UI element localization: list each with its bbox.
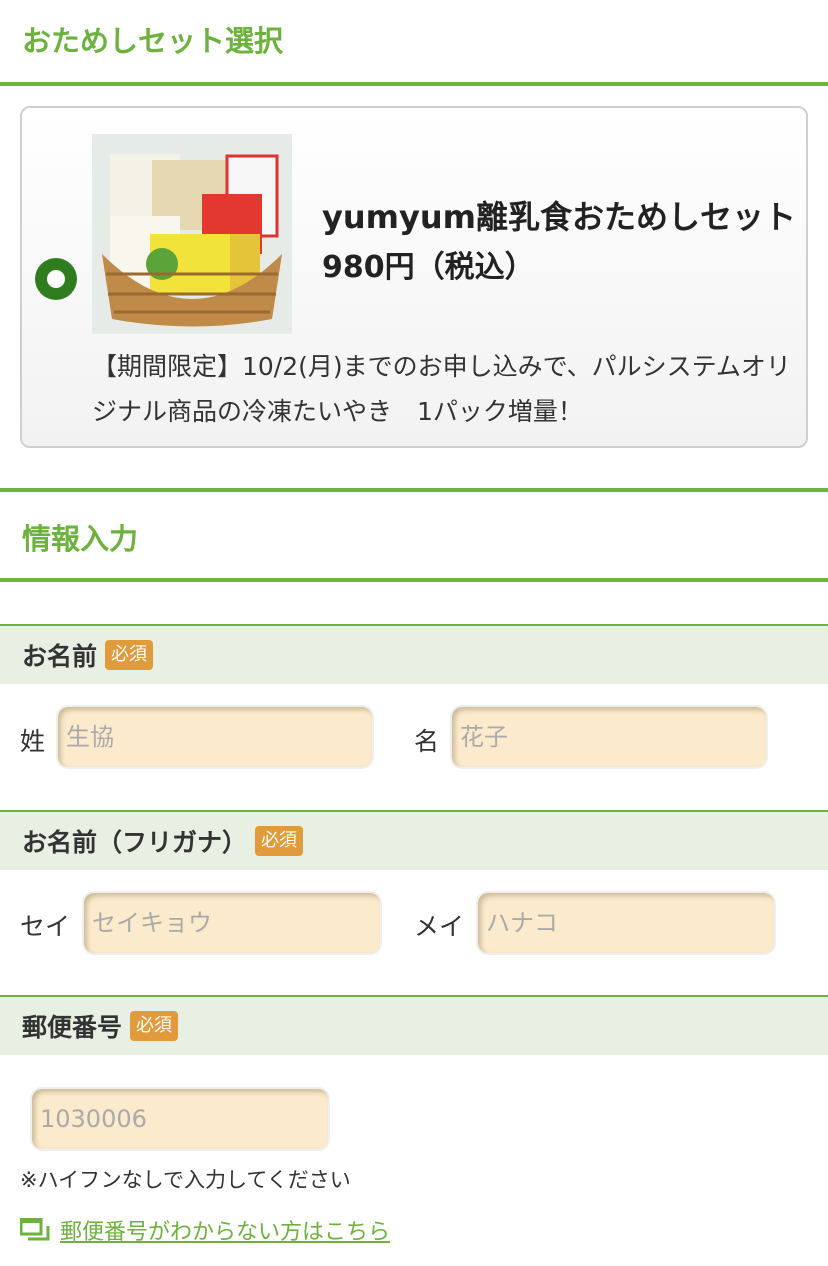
- product-campaign-note: 【期間限定】10/2(月)までのお申し込みで、パルシステムオリジナル商品の冷凍た…: [92, 352, 791, 426]
- field-label-postal: 郵便番号: [22, 1013, 123, 1042]
- section-divider: [0, 488, 828, 492]
- product-option-card[interactable]: yumyum離乳食おためしセット 980円（税込） 【期間限定】10/2(月)ま…: [20, 106, 808, 448]
- required-badge: 必須: [105, 640, 154, 670]
- radio-dot: [47, 270, 65, 288]
- postal-code-input[interactable]: [30, 1087, 330, 1151]
- last-name-kana-label: セイ: [20, 912, 71, 941]
- last-name-label: 姓: [20, 727, 46, 756]
- first-name-input[interactable]: [450, 705, 768, 769]
- last-name-kana-input[interactable]: [82, 891, 382, 955]
- required-badge: 必須: [255, 826, 304, 856]
- product-price: 980円（税込）: [322, 250, 535, 285]
- section-divider: [0, 578, 828, 582]
- required-badge: 必須: [130, 1011, 179, 1041]
- postal-hint: ※ハイフンなしで入力してください: [20, 1168, 351, 1192]
- first-name-kana-input[interactable]: [476, 891, 776, 955]
- first-name-kana-label: メイ: [414, 912, 465, 941]
- field-header-kana: お名前（フリガナ） 必須: [0, 810, 828, 870]
- field-label-name: お名前: [22, 642, 98, 671]
- product-name: yumyum離乳食おためしセット: [322, 198, 796, 236]
- field-header-name: お名前 必須: [0, 624, 828, 684]
- section-divider: [0, 82, 828, 86]
- section-title-trial-set: おためしセット選択: [22, 24, 284, 58]
- section-title-info-input: 情報入力: [22, 522, 139, 556]
- window-icon: [20, 1218, 50, 1241]
- last-name-input[interactable]: [56, 705, 374, 769]
- field-label-kana: お名前（フリガナ）: [22, 828, 248, 857]
- postal-lookup-link-text[interactable]: 郵便番号がわからない方はこちら: [60, 1214, 390, 1246]
- product-image: [92, 134, 292, 334]
- first-name-label: 名: [414, 727, 440, 756]
- radio-selected[interactable]: [35, 258, 77, 300]
- postal-lookup-link[interactable]: 郵便番号がわからない方はこちら: [20, 1214, 390, 1246]
- product-basket-illustration: [92, 134, 292, 334]
- field-header-postal: 郵便番号 必須: [0, 995, 828, 1055]
